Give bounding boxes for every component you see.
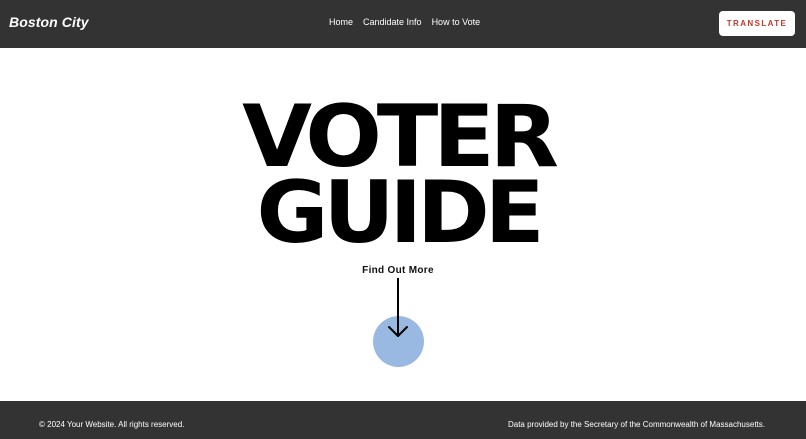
nav-link-candidate-info[interactable]: Candidate Info [363,17,422,27]
brand-logo-text[interactable]: Boston City [9,14,89,30]
site-header: Boston City Home Candidate Info How to V… [0,0,806,48]
nav-link-how-to-vote[interactable]: How to Vote [432,17,481,27]
arrow-down-icon[interactable] [386,278,410,340]
find-out-more-link[interactable]: Find Out More [0,265,796,276]
translate-button[interactable]: TRANSLATE [719,11,795,36]
page: Boston City Home Candidate Info How to V… [0,0,806,439]
hero-title-line-2: GUIDE [256,162,544,263]
main-nav: Home Candidate Info How to Vote [329,17,480,27]
data-credit-text: Data provided by the Secretary of the Co… [507,420,765,429]
site-footer: © 2024 Your Website. All rights reserved… [0,401,806,439]
nav-link-home[interactable]: Home [329,17,353,27]
hero-title: VOTER GUIDE [0,94,796,255]
copyright-text: © 2024 Your Website. All rights reserved… [39,420,185,429]
